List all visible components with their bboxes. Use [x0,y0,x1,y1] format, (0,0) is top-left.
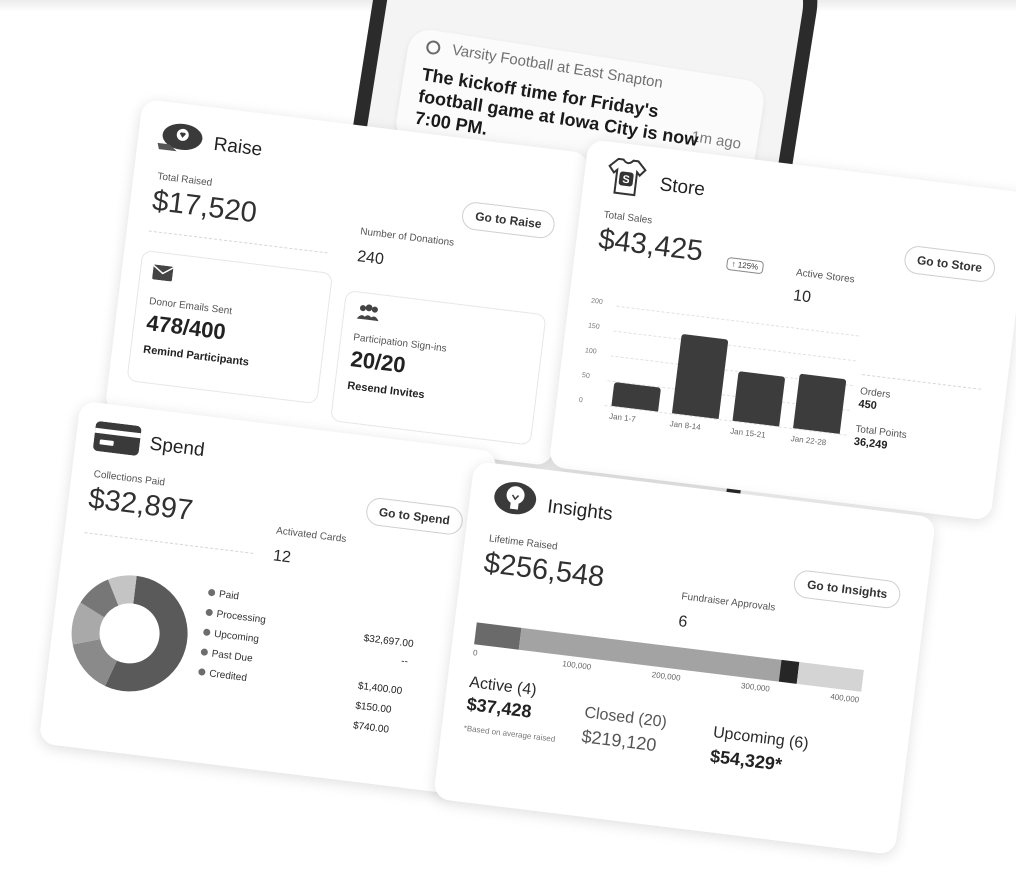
legend-credited: Credited [198,667,247,684]
resend-invites-link[interactable]: Resend Invites [347,380,426,401]
signins-value: 20/20 [349,346,407,378]
raise-title: Raise [212,133,264,161]
cards-value: 12 [272,547,292,567]
raise-card: Raise Go to Raise Total Raised $17,520 N… [104,98,590,467]
emails-value: 478/400 [145,309,228,345]
legend-upcoming: Upcoming [202,627,259,645]
go-to-insights-button[interactable]: Go to Insights [792,568,902,610]
total-raised-value: $17,520 [150,184,259,230]
gridline [613,330,856,362]
legend-processing: Processing [205,608,266,626]
active-stores-value: 10 [792,287,812,307]
orders-value: 450 [857,398,878,413]
x-tick-label: Jan 8-14 [669,419,702,432]
x-tick-label: Jan 22-28 [790,433,827,448]
amount-credited: $740.00 [352,720,390,736]
amount-processing: -- [400,655,409,668]
go-to-store-button[interactable]: Go to Store [902,244,997,284]
cards-label: Activated Cards [275,525,347,546]
axis-tick-label: 400,000 [829,692,860,705]
collections-legend: Paid Processing Upcoming Past Due Credit… [192,588,457,757]
x-tick-label: Jan 15-21 [729,426,767,440]
hand-heart-icon [157,123,203,152]
axis-tick-label: 100,000 [561,659,592,672]
approvals-label: Fundraiser Approvals [680,591,776,614]
footnote: *Based on average raised [463,723,556,744]
closed-value: $219,120 [580,726,658,756]
approvals-value: 6 [677,613,689,632]
people-icon [356,304,379,322]
total-sales-value: $43,425 [596,223,705,268]
y-tick-label: 0 [578,396,584,405]
spend-card: Spend Go to Spend Collections Paid $32,8… [38,400,498,795]
collections-donut-chart [71,575,188,692]
spend-title: Spend [148,433,206,462]
sales-bar[interactable] [671,333,729,420]
go-to-raise-button[interactable]: Go to Raise [460,200,557,240]
axis-tick-label: 300,000 [740,681,771,694]
legend-paid: Paid [207,588,240,602]
axis-tick-label: 0 [472,648,479,658]
go-to-spend-button[interactable]: Go to Spend [364,496,465,537]
amount-upcoming: $1,400.00 [357,680,403,697]
insights-title: Insights [546,496,614,526]
collections-value: $32,897 [86,482,195,528]
lightbulb-icon [494,482,537,515]
envelope-icon [152,264,174,282]
x-tick-label: Jan 1-7 [608,411,637,424]
sales-growth-badge: ↑ 125% [725,256,764,275]
y-tick-label: 100 [584,347,597,356]
y-tick-label: 50 [581,372,591,380]
store-card: S Store Go to Store Total Sales $43,425 … [548,139,1016,521]
stacked-bar-segment [796,662,864,692]
axis-tick-label: 200,000 [651,670,681,683]
stacked-bar-segment [474,622,522,650]
weekly-sales-chart: 200 150 100 50 0 Jan 1-7 Jan 8-14 Jan 15-21 Jan … [575,291,860,463]
gridline [616,305,859,337]
lifetime-raised-value: $256,548 [482,546,607,594]
donor-emails-panel: Donor Emails Sent 478/400 Remind Partici… [126,249,334,405]
divider [148,230,328,254]
y-tick-label: 200 [590,297,604,306]
legend-past-due: Past Due [200,647,253,665]
credit-card-icon [93,421,142,456]
app-icon [425,39,442,56]
jersey-icon: S [608,157,647,197]
remind-participants-link[interactable]: Remind Participants [143,344,250,369]
participation-panel: Participation Sign-ins 20/20 Resend Invi… [329,289,547,446]
svg-text:S: S [622,174,631,187]
y-tick-label: 150 [587,322,601,331]
divider [84,532,254,554]
amount-paid: $32,697.00 [363,633,415,651]
amount-past-due: $150.00 [354,700,392,716]
divider [862,374,982,390]
store-title: Store [658,174,707,201]
sales-bar[interactable] [732,371,786,427]
donations-label: Number of Donations [359,226,455,249]
sales-bar[interactable] [792,373,847,434]
active-stores-label: Active Stores [795,267,856,286]
insights-card: Insights Go to Insights Lifetime Raised … [433,460,936,856]
upcoming-value: $54,329* [709,745,784,775]
donations-value: 240 [356,248,385,269]
